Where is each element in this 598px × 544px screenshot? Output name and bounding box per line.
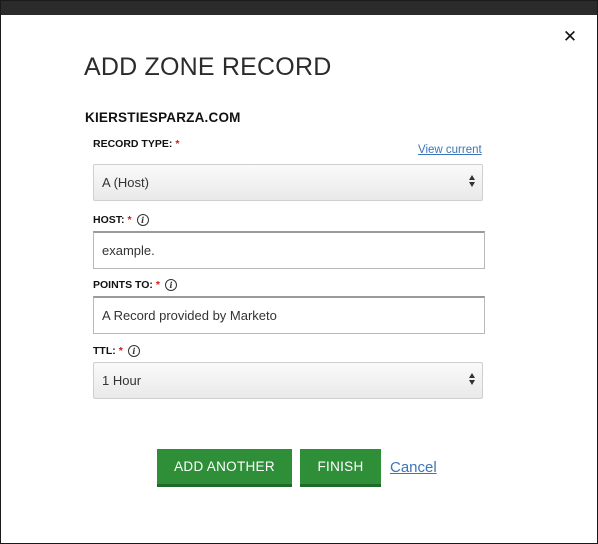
arrow-down-icon bbox=[469, 380, 475, 385]
required-asterisk: * bbox=[155, 279, 160, 291]
cancel-link[interactable]: Cancel bbox=[390, 459, 437, 476]
record-type-value: A (Host) bbox=[102, 175, 149, 190]
arrow-up-icon bbox=[469, 373, 475, 378]
select-arrows-icon bbox=[468, 175, 476, 187]
info-icon[interactable]: i bbox=[165, 279, 177, 291]
required-asterisk: * bbox=[175, 138, 180, 150]
record-type-label: RECORD TYPE: * bbox=[93, 138, 179, 150]
domain-name: KIERSTIESPARZA.COM bbox=[85, 110, 241, 125]
points-to-label: POINTS TO: * i bbox=[93, 279, 177, 291]
finish-button[interactable]: FINISH bbox=[300, 449, 381, 487]
info-icon[interactable]: i bbox=[136, 214, 149, 226]
host-label-text: HOST: bbox=[93, 214, 125, 226]
add-zone-record-dialog: ✕ ADD ZONE RECORD KIERSTIESPARZA.COM REC… bbox=[7, 15, 591, 537]
ttl-label: TTL: * i bbox=[93, 345, 140, 357]
backdrop-top-bar bbox=[1, 1, 597, 15]
required-asterisk: * bbox=[127, 214, 132, 226]
add-another-button[interactable]: ADD ANOTHER bbox=[157, 449, 292, 487]
host-label: HOST: * i bbox=[93, 214, 149, 226]
view-current-link[interactable]: View current bbox=[418, 144, 482, 156]
required-asterisk: * bbox=[118, 345, 123, 357]
arrow-up-icon bbox=[469, 175, 475, 180]
ttl-value: 1 Hour bbox=[102, 373, 142, 388]
close-icon[interactable]: ✕ bbox=[560, 27, 580, 47]
window-frame: ✕ ADD ZONE RECORD KIERSTIESPARZA.COM REC… bbox=[0, 0, 598, 544]
dialog-title: ADD ZONE RECORD bbox=[84, 53, 332, 81]
arrow-down-icon bbox=[469, 182, 475, 187]
select-arrows-icon bbox=[468, 373, 476, 385]
host-input[interactable] bbox=[93, 231, 485, 269]
ttl-label-text: TTL: bbox=[93, 345, 116, 357]
points-to-label-text: POINTS TO: bbox=[93, 279, 153, 291]
record-type-label-text: RECORD TYPE: bbox=[93, 138, 173, 150]
record-type-select[interactable]: A (Host) bbox=[93, 164, 483, 201]
info-icon[interactable]: i bbox=[127, 345, 140, 357]
ttl-select[interactable]: 1 Hour bbox=[93, 362, 483, 399]
points-to-input[interactable] bbox=[93, 296, 485, 334]
